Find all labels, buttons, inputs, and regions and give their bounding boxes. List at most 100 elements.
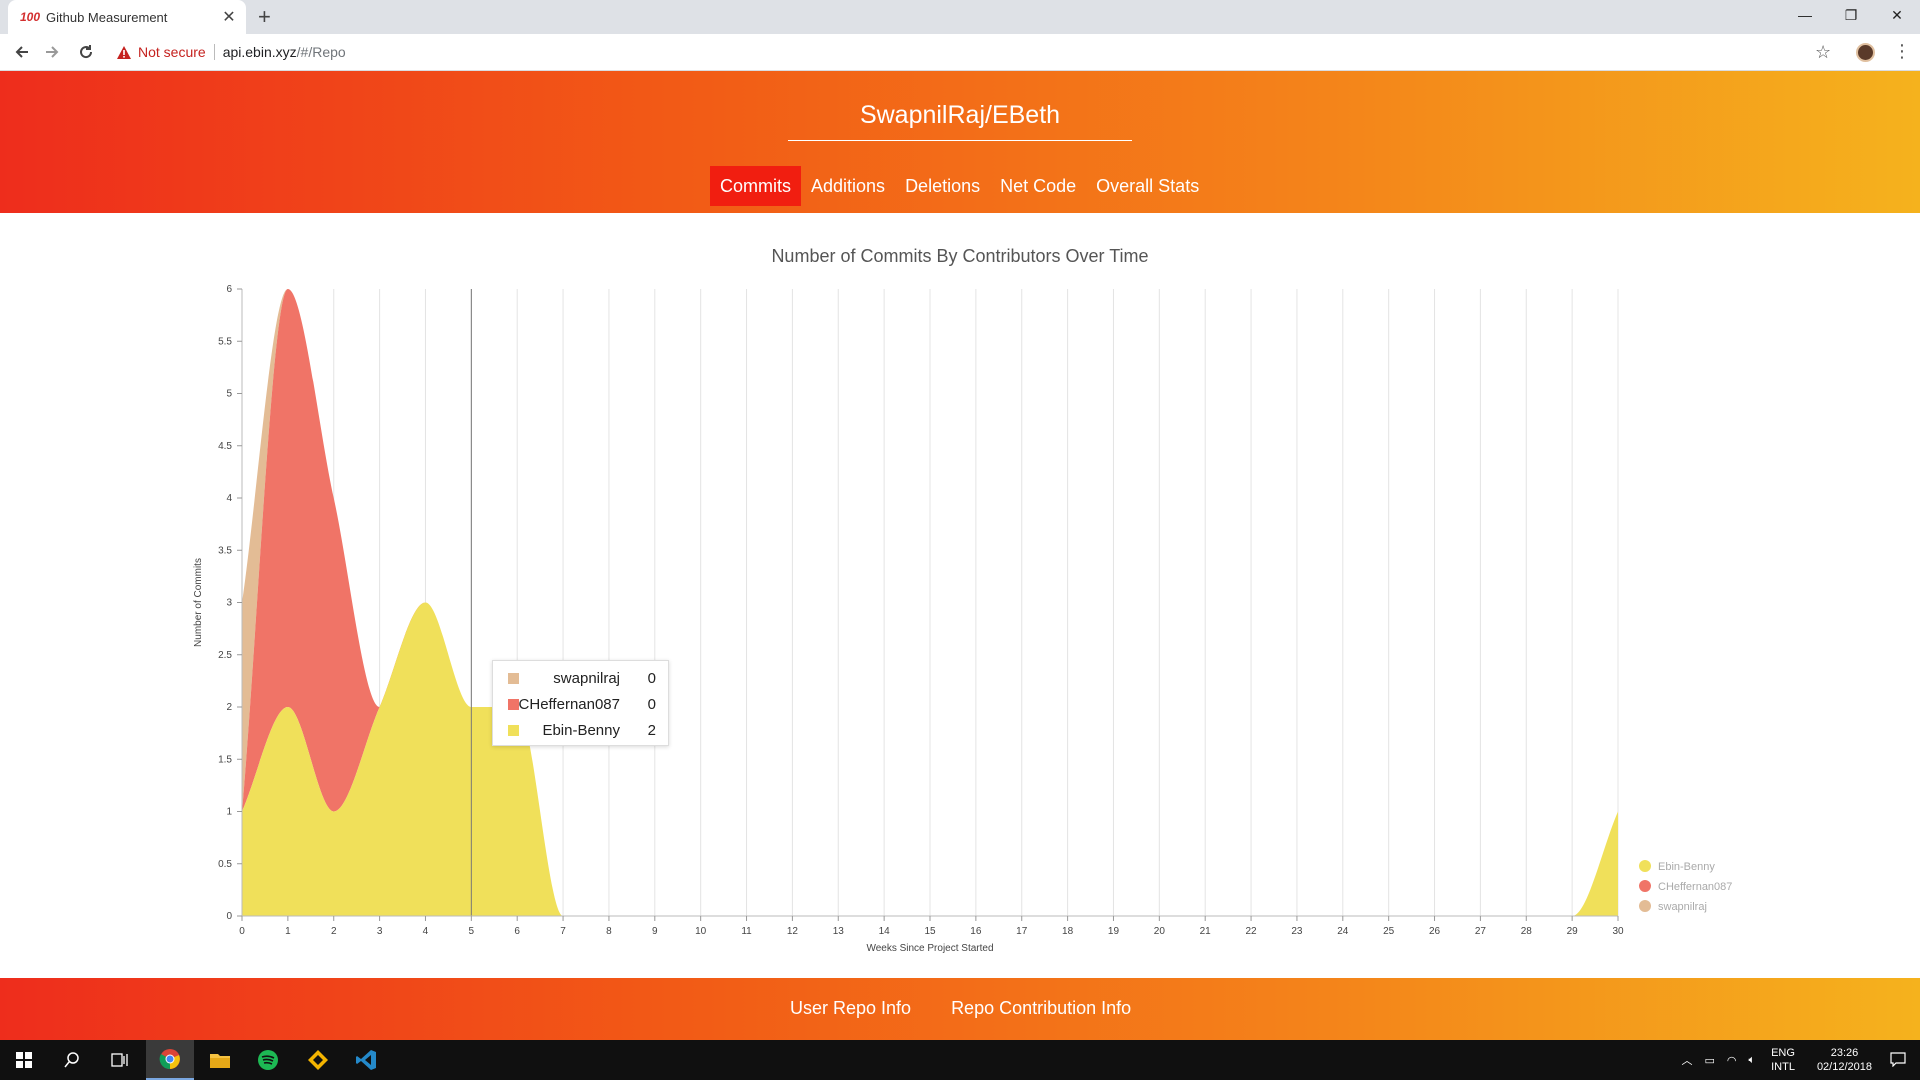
y-tick-label: 3.5 [218,545,232,556]
x-tick-label: 29 [1567,926,1579,937]
chevron-up-icon[interactable]: ︿ [1681,1052,1692,1068]
tab-deletions[interactable]: Deletions [895,166,990,206]
footer-links: User Repo Info Repo Contribution Info [790,998,1131,1019]
x-tick-label: 25 [1383,926,1395,937]
bookmark-star-icon[interactable]: ☆ [1815,42,1831,63]
taskbar: ︿ ▭ ◠ 🔈︎ ENG INTL 23:26 02/12/2018 [0,1040,1920,1080]
legend-swatch [1639,900,1651,912]
x-tick-label: 2 [331,926,337,937]
close-tab-icon[interactable]: ✕ [218,7,240,27]
browser-tab[interactable]: 100 Github Measurement ✕ [8,0,246,34]
chrome-icon[interactable] [146,1040,194,1080]
x-tick-label: 0 [239,926,245,937]
close-window-button[interactable]: ✕ [1874,0,1920,30]
vscode-icon[interactable] [342,1040,390,1080]
x-tick-label: 18 [1062,926,1074,937]
footer-link-user-repo-info[interactable]: User Repo Info [790,998,911,1019]
tab-additions[interactable]: Additions [801,166,895,206]
forward-icon[interactable] [42,42,62,62]
x-tick-label: 23 [1291,926,1303,937]
y-tick-label: 3 [226,598,232,609]
x-tick-label: 3 [377,926,383,937]
reload-icon[interactable] [76,42,96,62]
legend-label: CHeffernan087 [1658,881,1732,893]
x-tick-label: 16 [970,926,982,937]
x-tick-label: 26 [1429,926,1441,937]
y-tick-label: 5.5 [218,336,232,347]
tooltip-swatch [508,698,519,710]
legend-swatch [1639,860,1651,872]
url-bar[interactable]: Not secure api.ebin.xyz/#/Repo [112,39,1827,65]
chart-tabs: Commits Additions Deletions Net Code Ove… [710,166,1209,208]
x-tick-label: 22 [1246,926,1258,937]
x-tick-label: 6 [514,926,520,937]
x-tick-label: 11 [741,926,752,937]
battery-icon[interactable]: ▭ [1704,1054,1714,1067]
tab-commits[interactable]: Commits [710,166,801,206]
x-axis-label: Weeks Since Project Started [866,943,993,954]
language-indicator[interactable]: ENG INTL [1771,1046,1795,1074]
new-tab-button[interactable]: + [258,4,271,30]
tab-net-code[interactable]: Net Code [990,166,1086,206]
page-header: SwapnilRaj/EBeth Commits Additions Delet… [0,71,1920,213]
browser-tab-bar: 100 Github Measurement ✕ + — ❐ ✕ [0,0,1920,34]
security-label[interactable]: Not secure [138,44,206,60]
volume-icon[interactable]: 🔈︎ [1748,1054,1755,1067]
legend-label: Ebin-Benny [1658,861,1715,873]
window-controls: — ❐ ✕ [1782,0,1920,30]
x-tick-label: 12 [787,926,799,937]
windows-start-icon[interactable] [0,1040,48,1080]
x-tick-label: 21 [1200,926,1212,937]
tooltip-name: swapnilraj [553,669,620,687]
x-tick-label: 20 [1154,926,1166,937]
x-tick-label: 14 [879,926,891,937]
commits-chart[interactable]: 0 1 2 3 4 5 6 7 8 9 10 11 12 13 14 15 16 17 18 19 20 21 22 23 24… [0,213,1920,978]
url-path: /#/Repo [296,44,346,60]
spotify-icon[interactable] [244,1040,292,1080]
menu-icon[interactable]: ⋮ [1893,41,1911,62]
tooltip-swatch [508,672,519,684]
x-tick-label: 4 [423,926,429,937]
url-separator [213,44,215,60]
tooltip-name: CHeffernan087 [518,695,620,713]
x-tick-label: 7 [560,926,566,937]
repo-title: SwapnilRaj/EBeth [859,101,1061,129]
legend-label: swapnilraj [1658,901,1707,913]
footer-link-repo-contribution-info[interactable]: Repo Contribution Info [951,998,1131,1019]
y-tick-label: 6 [226,284,232,295]
restore-button[interactable]: ❐ [1828,0,1874,30]
tooltip-value: 2 [647,721,656,739]
minimize-button[interactable]: — [1782,0,1828,30]
y-axis-label: Number of Commits [193,558,204,647]
x-tick-label: 9 [652,926,658,937]
tab-overall-stats[interactable]: Overall Stats [1086,166,1209,206]
tooltip-name: Ebin-Benny [542,721,620,739]
tooltip-value: 0 [647,669,656,687]
profile-avatar[interactable] [1856,43,1875,62]
tooltip-value: 0 [647,695,656,713]
file-explorer-icon[interactable] [196,1040,244,1080]
clock[interactable]: 23:26 02/12/2018 [1817,1046,1872,1074]
wifi-icon[interactable]: ◠ [1727,1054,1737,1067]
x-tick-label: 19 [1108,926,1120,937]
task-view-icon[interactable] [96,1040,144,1080]
y-tick-label: 5 [226,389,232,400]
search-icon[interactable] [48,1040,96,1080]
back-icon[interactable] [12,42,32,62]
x-tick-label: 8 [606,926,612,937]
git-kraken-icon[interactable] [294,1040,342,1080]
tooltip-row: Ebin-Benny 2 [493,717,668,743]
x-tick-label: 28 [1521,926,1533,937]
url-host: api.ebin.xyz [222,44,297,60]
language-code: ENG [1771,1047,1795,1059]
notification-icon[interactable] [1890,1051,1906,1070]
y-tick-label: 2.5 [218,650,232,661]
x-tick-label: 17 [1016,926,1028,937]
chart-area: Number of Commits By Contributors Over T… [0,213,1920,978]
y-tick-label: 2 [226,702,232,713]
x-tick-label: 1 [285,926,291,937]
tooltip-row: swapnilraj 0 [493,665,668,691]
y-tick-label: 1 [226,807,232,818]
chart-tooltip: swapnilraj 0 CHeffernan087 0 Ebin-Benny … [492,660,669,746]
x-tick-label: 27 [1475,926,1487,937]
